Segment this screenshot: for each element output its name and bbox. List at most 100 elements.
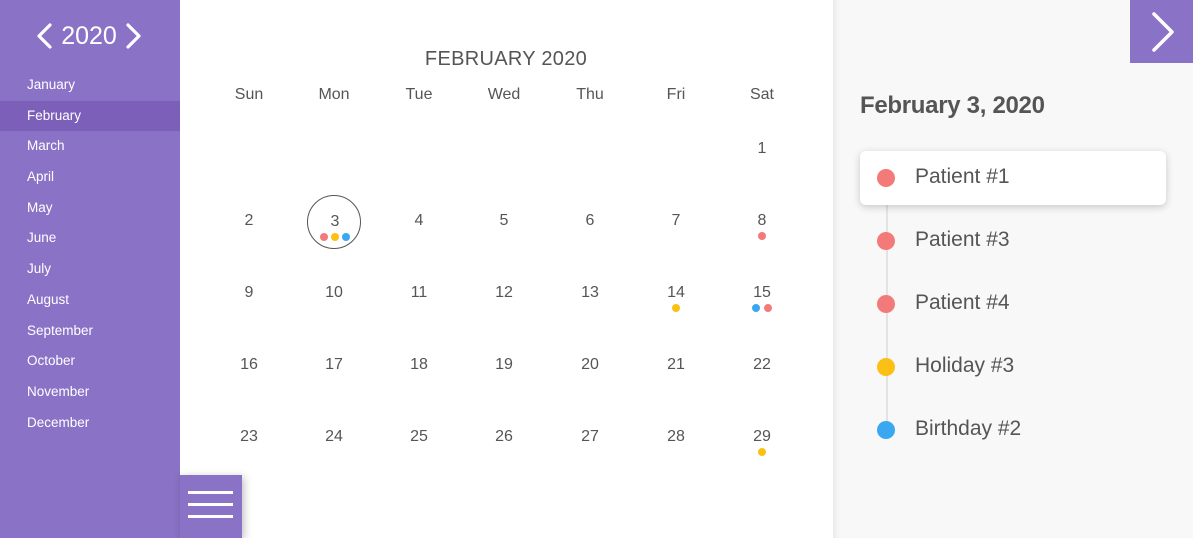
day-cell-11[interactable]: 11 xyxy=(391,266,447,322)
day-cell-13[interactable]: 13 xyxy=(562,266,618,322)
day-cell-20[interactable]: 20 xyxy=(562,338,618,394)
month-item-november[interactable]: November xyxy=(0,377,180,408)
month-item-april[interactable]: April xyxy=(0,162,180,193)
day-cell-7[interactable]: 7 xyxy=(648,194,704,250)
day-number: 9 xyxy=(244,284,254,301)
day-number: 4 xyxy=(414,212,424,229)
day-number: 2 xyxy=(244,212,254,229)
holiday-event-dot xyxy=(672,304,680,312)
day-cell-9[interactable]: 9 xyxy=(221,266,277,322)
day-cell-2[interactable]: 2 xyxy=(221,194,277,250)
holiday-event-dot xyxy=(331,233,339,241)
event-dots xyxy=(734,232,790,240)
month-list: January February March April May June July Augu… xyxy=(0,70,180,438)
month-item-august[interactable]: August xyxy=(0,285,180,316)
day-cell-3[interactable]: 3 xyxy=(307,195,361,249)
event-dots xyxy=(734,448,790,456)
day-number: 6 xyxy=(585,212,595,229)
patient-event-dot xyxy=(319,233,328,241)
day-cell-6[interactable]: 6 xyxy=(562,194,618,250)
day-cell-27[interactable]: 27 xyxy=(562,410,618,466)
day-number: 1 xyxy=(757,140,767,157)
weekday-thu: Thu xyxy=(576,86,604,103)
day-cell-26[interactable]: 26 xyxy=(476,410,532,466)
event-label: Birthday #2 xyxy=(915,417,1022,440)
day-cell-15[interactable]: 15 xyxy=(734,266,790,322)
month-item-june[interactable]: June xyxy=(0,223,180,254)
day-cell-18[interactable]: 18 xyxy=(391,338,447,394)
patient-event-dot xyxy=(763,304,772,312)
patient-dot-icon xyxy=(877,295,895,313)
holiday-dot-icon xyxy=(877,358,895,376)
day-cell-29[interactable]: 29 xyxy=(734,410,790,466)
day-number: 11 xyxy=(410,284,428,301)
day-cell-28[interactable]: 28 xyxy=(648,410,704,466)
event-dots xyxy=(648,304,704,312)
day-cell-25[interactable]: 25 xyxy=(391,410,447,466)
day-cell-23[interactable]: 23 xyxy=(221,410,277,466)
day-number: 26 xyxy=(495,428,513,445)
sidebar: 2020 January February March April May June Jul… xyxy=(0,0,180,538)
event-item[interactable]: Patient #3 xyxy=(860,214,1166,268)
day-number: 21 xyxy=(667,356,685,373)
event-item[interactable]: Birthday #2 xyxy=(860,403,1166,457)
day-cell-17[interactable]: 17 xyxy=(306,338,362,394)
event-item[interactable]: Patient #1 xyxy=(860,151,1166,205)
month-item-october[interactable]: October xyxy=(0,346,180,377)
day-number: 3 xyxy=(330,213,340,230)
day-cell-8[interactable]: 8 xyxy=(734,194,790,250)
month-item-january[interactable]: January xyxy=(0,70,180,101)
day-cell-5[interactable]: 5 xyxy=(476,194,532,250)
month-item-december[interactable]: December xyxy=(0,408,180,439)
day-cell-12[interactable]: 12 xyxy=(476,266,532,322)
year-label: 2020 xyxy=(61,22,117,50)
event-item[interactable]: Holiday #3 xyxy=(860,340,1166,394)
event-item[interactable]: Patient #4 xyxy=(860,277,1166,331)
weekday-wed: Wed xyxy=(487,86,521,103)
day-number: 18 xyxy=(410,356,428,373)
next-button[interactable] xyxy=(1130,0,1193,63)
month-item-february[interactable]: February xyxy=(0,100,180,132)
calendar-app: 2020 January February March April May June Jul… xyxy=(0,0,1193,538)
event-label: Patient #1 xyxy=(915,165,1010,188)
day-cell-10[interactable]: 10 xyxy=(306,266,362,322)
weekday-sat: Sat xyxy=(749,86,774,103)
day-number: 8 xyxy=(757,212,767,229)
day-number: 15 xyxy=(753,284,771,301)
day-number: 22 xyxy=(753,356,771,373)
weekday-mon: Mon xyxy=(318,86,350,103)
month-item-march[interactable]: March xyxy=(0,131,180,162)
event-label: Patient #4 xyxy=(915,291,1010,314)
weekday-fri: Fri xyxy=(666,86,686,103)
birthday-dot-icon xyxy=(877,421,895,439)
patient-dot-icon xyxy=(877,232,895,250)
menu-button[interactable] xyxy=(180,475,242,538)
birthday-event-dot xyxy=(342,233,351,241)
day-cell-24[interactable]: 24 xyxy=(306,410,362,466)
chevron-left-icon[interactable] xyxy=(34,21,54,51)
weekday-sun: Sun xyxy=(234,86,264,103)
day-cell-16[interactable]: 16 xyxy=(221,338,277,394)
day-cell-19[interactable]: 19 xyxy=(476,338,532,394)
weekday-tue: Tue xyxy=(405,86,433,103)
chevron-right-icon[interactable] xyxy=(124,21,144,51)
day-number: 23 xyxy=(240,428,258,445)
day-cell-14[interactable]: 14 xyxy=(648,266,704,322)
day-cell-21[interactable]: 21 xyxy=(648,338,704,394)
day-number: 14 xyxy=(667,284,685,301)
calendar-title: FEBRUARY 2020 xyxy=(424,48,588,70)
day-cell-1[interactable]: 1 xyxy=(734,122,790,178)
month-item-may[interactable]: May xyxy=(0,193,180,224)
holiday-event-dot xyxy=(758,448,766,456)
day-number: 24 xyxy=(325,428,343,445)
day-number: 7 xyxy=(671,212,681,229)
day-number: 12 xyxy=(495,284,513,301)
month-item-september[interactable]: September xyxy=(0,316,180,347)
day-number: 29 xyxy=(753,428,771,445)
day-cell-22[interactable]: 22 xyxy=(734,338,790,394)
day-number: 28 xyxy=(667,428,685,445)
selected-date-heading: February 3, 2020 xyxy=(860,92,1045,119)
day-number: 13 xyxy=(581,284,599,301)
day-cell-4[interactable]: 4 xyxy=(391,194,447,250)
month-item-july[interactable]: July xyxy=(0,254,180,285)
